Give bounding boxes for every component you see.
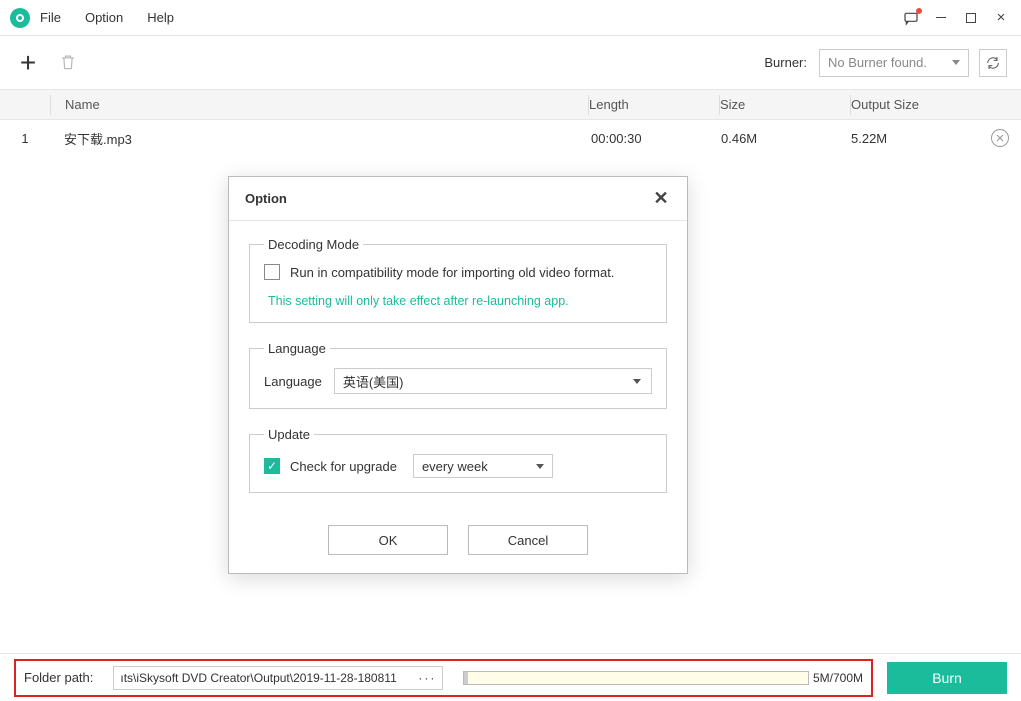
bottom-bar: Folder path: ıts\iSkysoft DVD Creator\Ou… (0, 653, 1021, 701)
burner-label: Burner: (764, 55, 807, 70)
row-size: 0.46M (721, 131, 851, 146)
frequency-select[interactable]: every week (413, 454, 553, 478)
add-button[interactable]: + (14, 49, 42, 77)
language-legend: Language (264, 341, 330, 356)
burner-select[interactable]: No Burner found. (819, 49, 969, 77)
folder-path-input[interactable]: ıts\iSkysoft DVD Creator\Output\2019-11-… (113, 666, 443, 690)
option-dialog: Option ✕ Decoding Mode Run in compatibil… (228, 176, 688, 574)
menu-file[interactable]: File (40, 10, 61, 25)
language-group: Language Language 英语(美国) (249, 341, 667, 409)
dialog-title: Option (245, 191, 287, 206)
main-menu: File Option Help (40, 10, 174, 25)
col-name: Name (51, 97, 588, 112)
row-index: 1 (0, 131, 50, 146)
window-controls: × (903, 10, 1015, 26)
toolbar: + Burner: No Burner found. (0, 36, 1021, 90)
language-select[interactable]: 英语(美国) (334, 368, 652, 394)
upgrade-checkbox-label: Check for upgrade (290, 459, 397, 474)
menu-help[interactable]: Help (147, 10, 174, 25)
capacity-progress: 5M/700M (463, 671, 863, 685)
update-legend: Update (264, 427, 314, 442)
row-output: 5.22M (851, 131, 991, 146)
ok-button[interactable]: OK (328, 525, 448, 555)
refresh-button[interactable] (979, 49, 1007, 77)
compat-checkbox[interactable] (264, 264, 280, 280)
col-output: Output Size (851, 97, 991, 112)
update-group: Update ✓ Check for upgrade every week (249, 427, 667, 493)
folder-path-value: ıts\iSkysoft DVD Creator\Output\2019-11-… (120, 671, 396, 685)
feedback-icon[interactable] (903, 10, 919, 26)
language-select-value: 英语(美国) (343, 372, 404, 391)
folder-path-label: Folder path: (24, 670, 93, 685)
close-button[interactable]: × (993, 10, 1009, 26)
upgrade-checkbox[interactable]: ✓ (264, 458, 280, 474)
decoding-legend: Decoding Mode (264, 237, 363, 252)
decoding-hint: This setting will only take effect after… (268, 294, 652, 308)
progress-bar (463, 671, 809, 685)
delete-button[interactable] (58, 52, 80, 74)
row-name: 安下载.mp3 (50, 129, 591, 148)
decoding-group: Decoding Mode Run in compatibility mode … (249, 237, 667, 323)
compat-checkbox-label: Run in compatibility mode for importing … (290, 265, 614, 280)
col-size: Size (720, 97, 850, 112)
minimize-button[interactable] (933, 10, 949, 26)
burner-select-value: No Burner found. (828, 55, 927, 70)
cancel-button[interactable]: Cancel (468, 525, 588, 555)
folder-path-browse-icon[interactable]: ··· (414, 671, 436, 685)
row-length: 00:00:30 (591, 131, 721, 146)
table-header: Name Length Size Output Size (0, 90, 1021, 120)
dialog-close-icon[interactable]: ✕ (651, 188, 671, 209)
language-label: Language (264, 374, 322, 389)
row-delete-icon[interactable]: ✕ (991, 129, 1009, 147)
frequency-select-value: every week (422, 459, 488, 474)
titlebar: File Option Help × (0, 0, 1021, 36)
maximize-button[interactable] (963, 10, 979, 26)
dialog-titlebar: Option ✕ (229, 177, 687, 221)
table-row[interactable]: 1 安下载.mp3 00:00:30 0.46M 5.22M ✕ (0, 120, 1021, 156)
progress-text: 5M/700M (813, 671, 863, 685)
col-length: Length (589, 97, 719, 112)
app-logo-icon (10, 8, 30, 28)
highlight-box: Folder path: ıts\iSkysoft DVD Creator\Ou… (14, 659, 873, 697)
menu-option[interactable]: Option (85, 10, 123, 25)
burn-button[interactable]: Burn (887, 662, 1007, 694)
